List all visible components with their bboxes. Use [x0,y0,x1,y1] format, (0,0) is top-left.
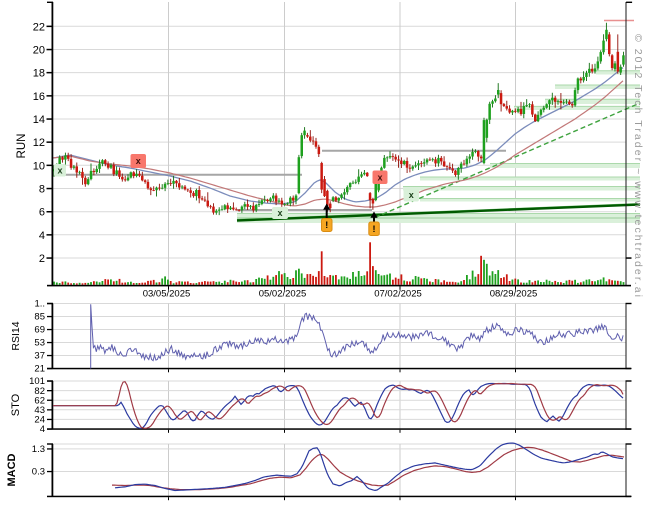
svg-text:STO: STO [10,393,22,416]
svg-text:4: 4 [40,424,45,435]
svg-text:RUN: RUN [16,134,28,159]
svg-text:03/05/2025: 03/05/2025 [143,289,191,300]
svg-text:RSI14: RSI14 [10,321,22,350]
svg-text:x: x [277,208,282,218]
svg-text:x: x [377,172,382,182]
svg-text:21: 21 [34,364,45,375]
svg-text:14: 14 [33,114,45,126]
svg-text:37: 37 [34,351,45,362]
svg-text:0.3: 0.3 [32,467,45,478]
svg-text:05/02/2025: 05/02/2025 [259,289,307,300]
svg-text:8: 8 [39,184,45,196]
svg-text:18: 18 [33,68,45,80]
svg-text:!: ! [373,224,376,234]
svg-text:12: 12 [33,137,45,149]
svg-text:6: 6 [39,207,45,219]
svg-text:10: 10 [33,160,45,172]
svg-text:MACD: MACD [6,453,18,486]
svg-text:x: x [136,156,141,166]
svg-text:x: x [57,165,62,175]
svg-text:1..: 1.. [34,299,45,310]
svg-text:69: 69 [34,325,45,336]
svg-text:4: 4 [39,230,45,242]
svg-text:2: 2 [39,253,45,265]
svg-text:53: 53 [34,338,45,349]
svg-text:x: x [409,190,414,200]
svg-text:85: 85 [34,312,45,323]
svg-text:07/02/2025: 07/02/2025 [374,289,422,300]
svg-text:20: 20 [33,45,45,57]
svg-text:22: 22 [33,21,45,33]
svg-text:08/29/2025: 08/29/2025 [490,289,538,300]
svg-text:© 2012 Tech Trader ~ www.techt: © 2012 Tech Trader ~ www.techtrader.ai [632,34,644,297]
svg-text:1.3: 1.3 [32,444,45,455]
svg-text:16: 16 [33,91,45,103]
svg-text:!: ! [325,220,328,230]
